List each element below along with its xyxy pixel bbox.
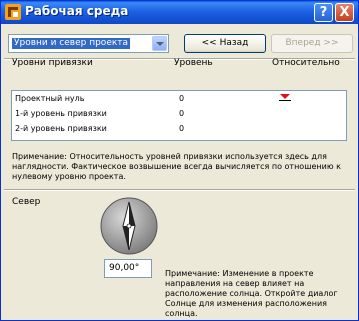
section-dropdown[interactable]: Уровни и север проекта — [8, 34, 169, 53]
close-button[interactable]: X — [335, 3, 354, 22]
levels-table: Проектный нуль 0 1-й уровень привязки 0 … — [11, 90, 347, 141]
level-name: 1-й уровень привязки — [15, 109, 107, 118]
content-area: Уровни и север проекта << Назад Вперед >… — [4, 24, 355, 319]
chevron-down-icon[interactable] — [152, 36, 167, 51]
table-row[interactable]: Проектный нуль 0 — [12, 91, 346, 106]
north-angle-input[interactable]: 90,00° — [104, 259, 152, 278]
help-button[interactable]: ? — [314, 3, 333, 22]
column-header-level: Уровень — [174, 58, 213, 68]
app-icon — [5, 4, 21, 20]
column-header-levels: Уровни привязки — [12, 58, 93, 68]
compass-icon[interactable] — [100, 197, 158, 255]
level-value[interactable]: 0 — [179, 124, 184, 133]
title-bar[interactable]: Рабочая среда ? X — [1, 1, 358, 24]
table-row[interactable]: 2-й уровень привязки 0 — [12, 121, 346, 136]
levels-note: Примечание: Относительность уровней прив… — [12, 152, 341, 181]
level-name: 2-й уровень привязки — [15, 124, 107, 133]
level-value[interactable]: 0 — [179, 94, 184, 103]
north-note: Примечание: Изменение в проекте направле… — [165, 269, 338, 318]
back-button[interactable]: << Назад — [184, 34, 266, 53]
level-name: Проектный нуль — [15, 94, 85, 103]
table-row[interactable]: 1-й уровень привязки 0 — [12, 106, 346, 121]
column-header-relative: Относительно — [272, 58, 340, 68]
workspace-window: Рабочая среда ? X Уровни и север проекта… — [0, 0, 359, 321]
window-title: Рабочая среда — [25, 4, 129, 18]
dropdown-selected-value: Уровни и север проекта — [12, 38, 131, 49]
divider — [4, 189, 355, 191]
level-value[interactable]: 0 — [179, 109, 184, 118]
relative-marker-icon[interactable] — [279, 94, 291, 104]
north-label: Север — [12, 197, 41, 207]
forward-button[interactable]: Вперед >> — [271, 34, 353, 53]
